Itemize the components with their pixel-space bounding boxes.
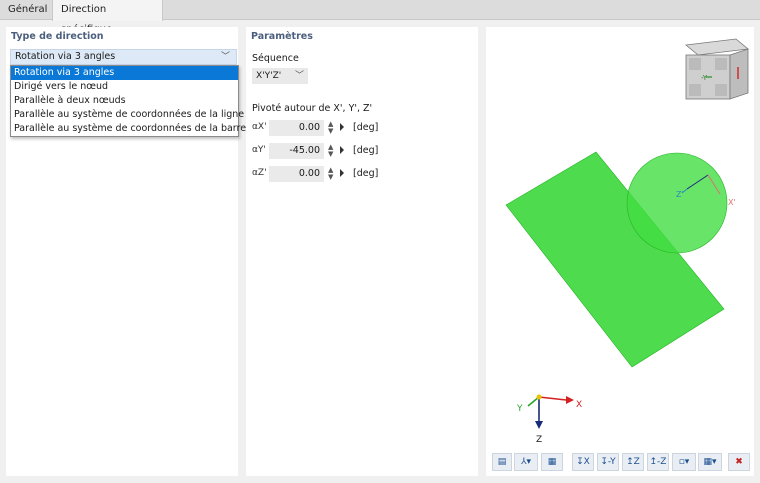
dropdown-option-line-cs[interactable]: Parallèle au système de coordonnées de l… (11, 108, 244, 122)
cube-face-label: -Y (701, 74, 708, 82)
global-z-label: Z (536, 435, 542, 445)
angle-z-input[interactable]: 0.00 (269, 166, 324, 182)
sequence-value: X'Y'Z' (256, 71, 282, 81)
angle-z-unit: [deg] (353, 168, 379, 179)
spinner-icon[interactable]: ▲ ▼ (328, 167, 333, 181)
global-axes-icon: X Y Z (516, 394, 582, 445)
render-icon[interactable]: ▦ (541, 453, 563, 471)
dropdown-option-node[interactable]: Dirigé vers le nœud (11, 80, 238, 94)
angle-y-symbol: αY' (252, 145, 266, 155)
chevron-down-icon: ﹀ (294, 71, 304, 81)
chevron-down-icon: ﹀ (220, 52, 230, 62)
tab-general[interactable]: Général (0, 0, 52, 20)
angle-x-input[interactable]: 0.00 (269, 120, 324, 136)
parameters-title: Paramètres (251, 31, 313, 42)
sequence-label: Séquence (252, 53, 299, 64)
angle-row-y: αY' -45.00 ▲ ▼ [deg] (252, 143, 392, 159)
dropdown-option-two-nodes[interactable]: Parallèle à deux nœuds (11, 94, 238, 108)
tab-bar: Général Direction spécifique (0, 0, 760, 35)
dropdown-option-member-cs[interactable]: Parallèle au système de coordonnées de l… (11, 122, 246, 136)
spinner-icon[interactable]: ▲ ▼ (328, 144, 333, 158)
green-sphere-shape[interactable] (626, 152, 728, 254)
spinner-icon[interactable]: ▲ ▼ (328, 121, 333, 135)
axis-dropdown-icon[interactable]: ⅄▾ (514, 453, 538, 471)
view-minus-z-icon[interactable]: ↥-Z (647, 453, 669, 471)
angle-x-symbol: αX' (252, 122, 267, 132)
play-arrow-icon[interactable] (340, 123, 344, 131)
local-z-label: Z' (676, 190, 684, 199)
angle-row-z: αZ' 0.00 ▲ ▼ [deg] (252, 166, 392, 182)
direction-type-select[interactable]: Rotation via 3 angles ﹀ (10, 49, 237, 65)
direction-type-dropdown-list: Rotation via 3 angles Dirigé vers le nœu… (10, 65, 246, 137)
dropdown-option-rotation[interactable]: Rotation via 3 angles (11, 66, 238, 80)
global-x-label: X (576, 400, 582, 410)
layers-icon[interactable]: ▤ (492, 453, 512, 471)
play-arrow-icon[interactable] (340, 146, 344, 154)
reset-view-icon[interactable]: ✖ (728, 453, 750, 471)
global-y-label: Y (516, 404, 523, 414)
angle-y-input[interactable]: -45.00 (269, 143, 324, 159)
play-arrow-icon[interactable] (340, 169, 344, 177)
parameters-panel: Paramètres (246, 27, 478, 476)
angle-row-x: αX' 0.00 ▲ ▼ [deg] (252, 120, 392, 136)
view-minus-y-icon[interactable]: ↧-Y (597, 453, 619, 471)
angle-x-unit: [deg] (353, 122, 379, 133)
view-x-icon[interactable]: ↧X (572, 453, 594, 471)
direction-type-title: Type de direction (11, 31, 104, 42)
rotation-label: Pivoté autour de X', Y', Z' (252, 103, 373, 114)
local-x-label: X' (728, 198, 736, 207)
view-z-icon[interactable]: ↥Z (622, 453, 644, 471)
view-panel: -Y Z' X' X Y Z (486, 27, 754, 476)
angle-z-symbol: αZ' (252, 168, 267, 178)
nav-cube-icon[interactable]: -Y (685, 38, 749, 100)
display-dropdown-icon[interactable]: ▫▾ (672, 453, 696, 471)
tab-direction-specifique[interactable]: Direction spécifique (52, 0, 163, 35)
sequence-select[interactable]: X'Y'Z' ﹀ (252, 68, 308, 84)
angle-y-unit: [deg] (353, 145, 379, 156)
direction-type-value: Rotation via 3 angles (15, 51, 116, 62)
viewport-3d[interactable]: -Y Z' X' X Y Z (486, 27, 754, 476)
grid-dropdown-icon[interactable]: ▦▾ (698, 453, 722, 471)
